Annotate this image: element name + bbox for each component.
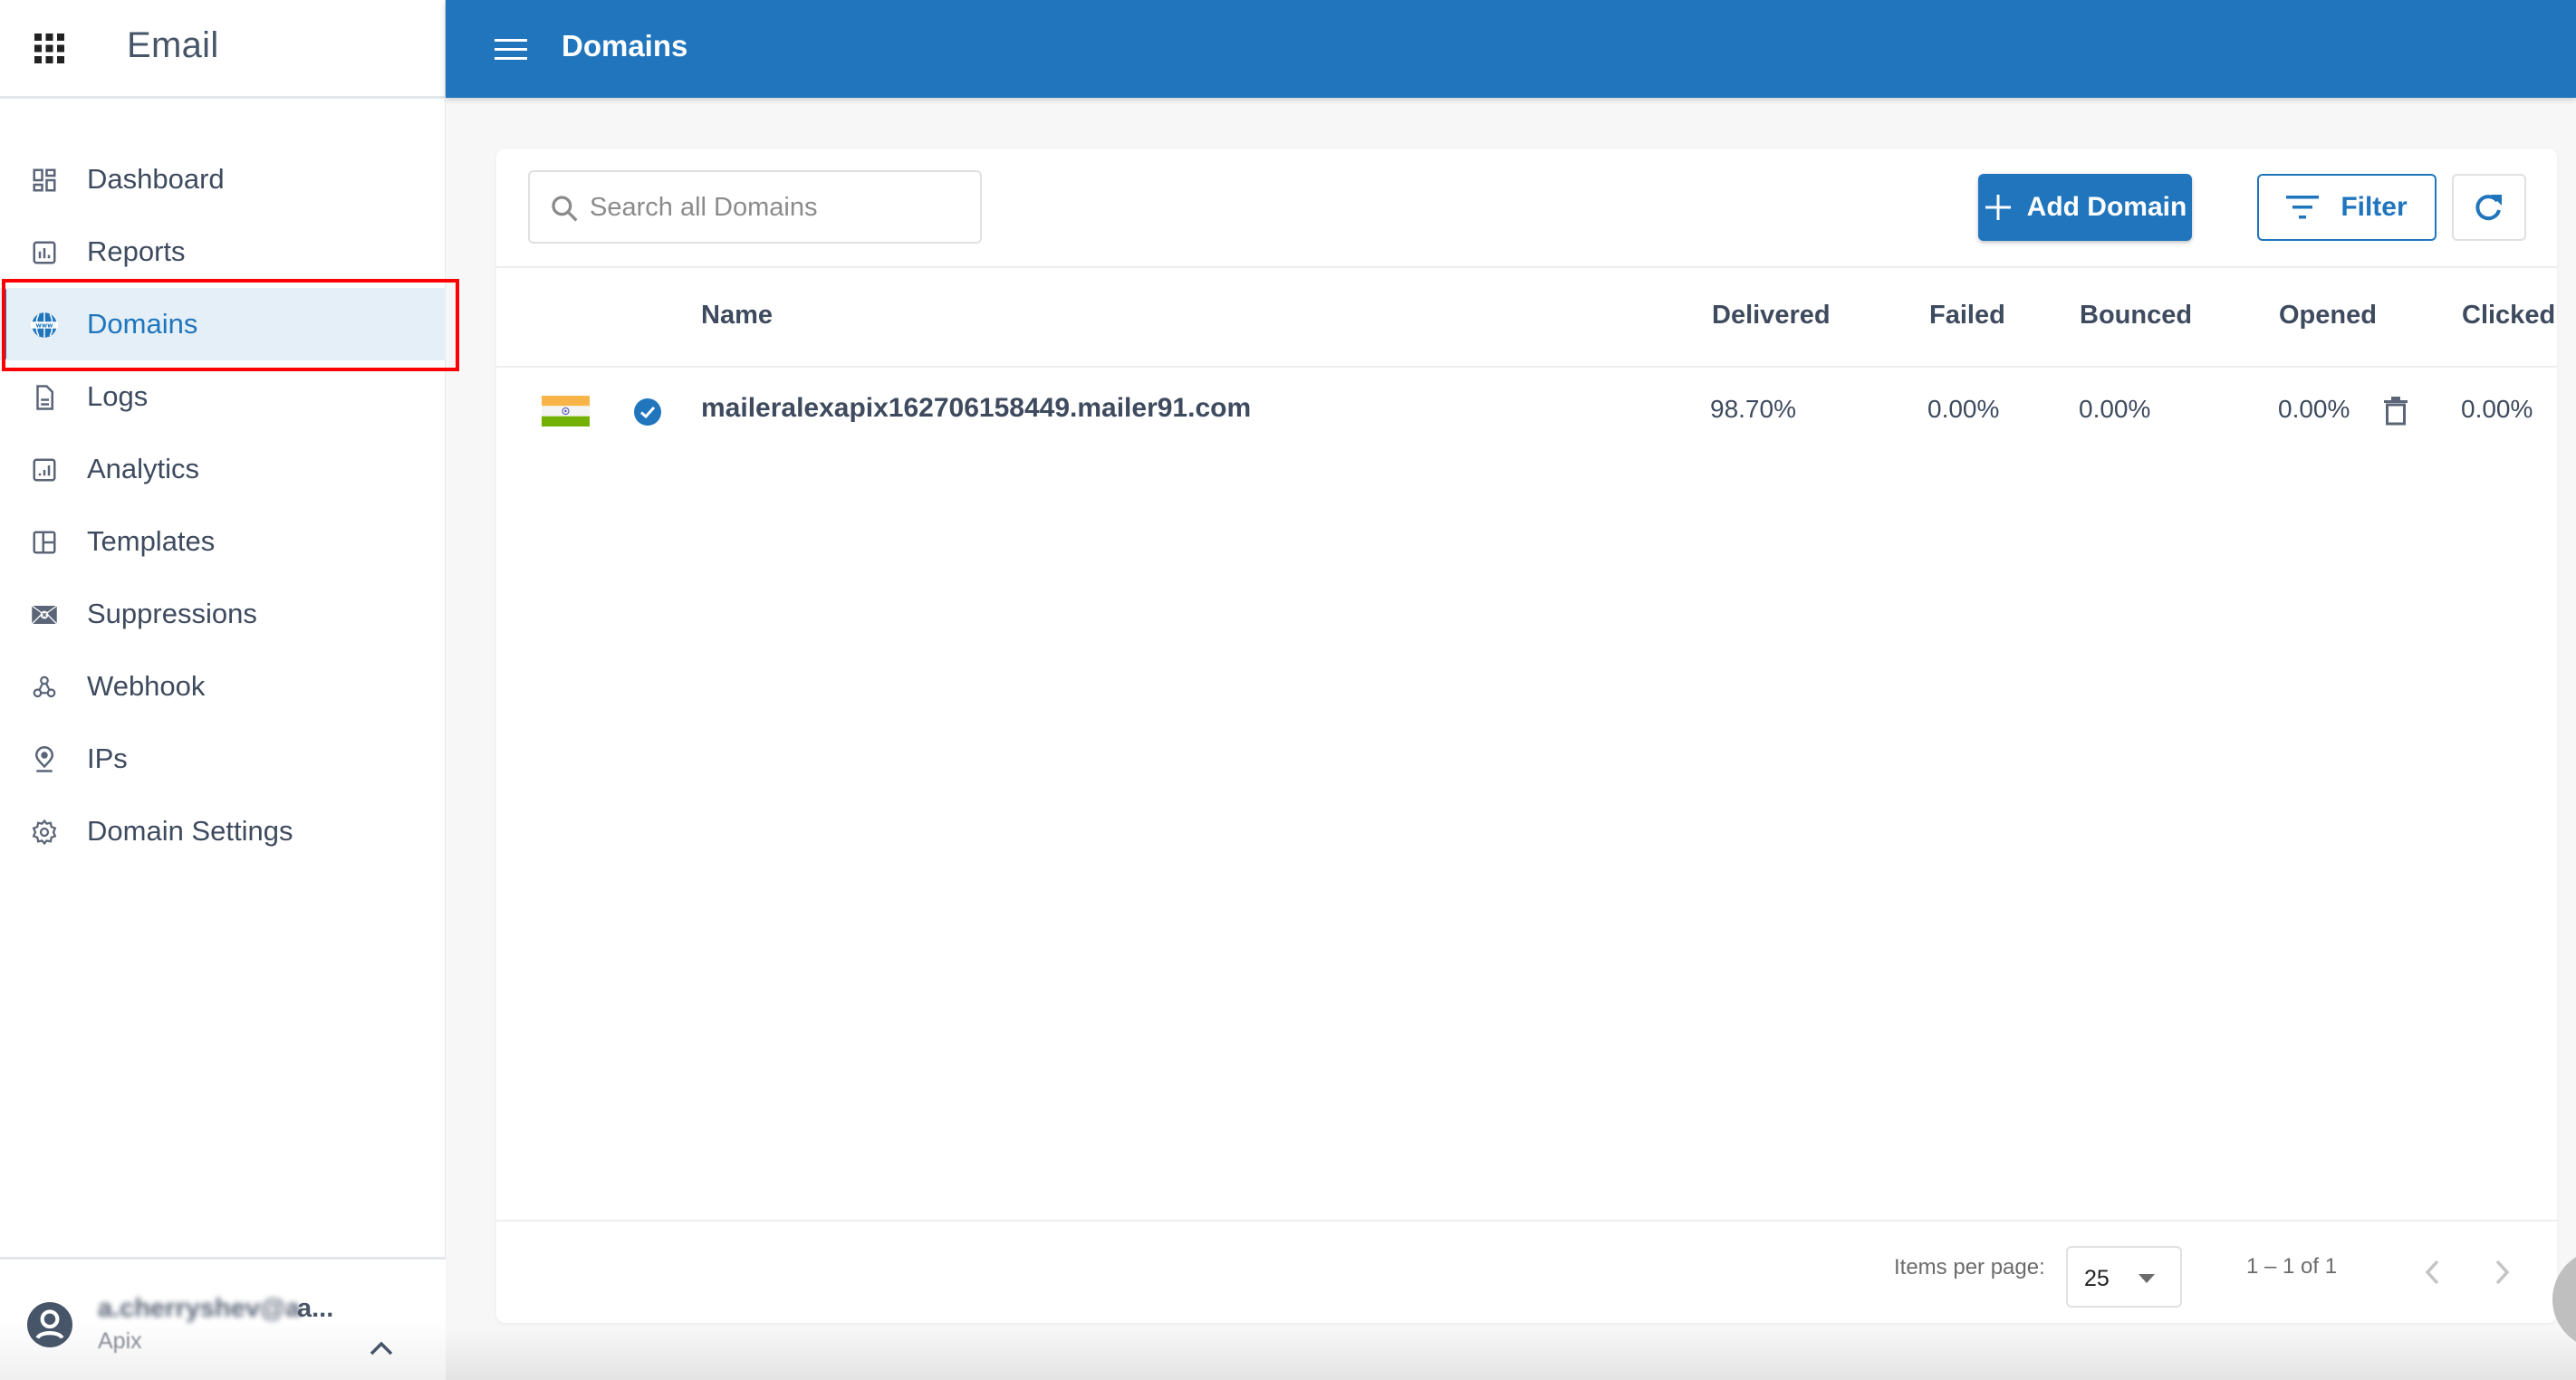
sidebar-item-label: Suppressions [87, 598, 257, 629]
filter-icon [2286, 196, 2320, 219]
sidebar-item-label: Webhook [87, 670, 206, 702]
search-field[interactable] [528, 170, 982, 244]
sidebar-item-domain-settings[interactable]: Domain Settings [0, 795, 446, 867]
sidebar-item-ips[interactable]: IPs [0, 723, 446, 795]
sidebar-item-label: Dashboard [87, 163, 225, 195]
domains-card: Add Domain Filter Name Delivered Failed … [496, 149, 2557, 1323]
sidebar-item-reports[interactable]: Reports [0, 216, 446, 288]
sidebar-item-domains[interactable]: www Domains [0, 288, 446, 360]
caret-down-icon [2139, 1274, 2155, 1283]
svg-text:www: www [35, 321, 53, 329]
user-menu[interactable]: a.cherryshev@a a... Apix [0, 1257, 446, 1380]
domain-name-link[interactable]: maileralexapix162706158449.mailer91.com [701, 393, 1251, 424]
account-circle-icon [27, 1302, 72, 1347]
sidebar-item-label: Domains [87, 308, 198, 340]
items-per-page-select[interactable]: 25 [2066, 1246, 2182, 1308]
sidebar-item-label: IPs [87, 743, 128, 774]
sidebar-item-logs[interactable]: Logs [0, 360, 446, 433]
cell-bounced: 0.00% [2079, 395, 2151, 423]
verified-check-icon [634, 398, 661, 426]
items-per-page-value: 25 [2084, 1266, 2110, 1291]
next-page-icon[interactable] [2493, 1259, 2513, 1286]
sidebar-item-label: Templates [87, 525, 216, 557]
search-input[interactable] [590, 185, 970, 230]
page-range: 1 – 1 of 1 [2246, 1254, 2338, 1279]
column-header-failed[interactable]: Failed [1929, 301, 2005, 331]
header-divider [496, 366, 2557, 368]
page-title: Domains [562, 29, 688, 62]
previous-page-icon[interactable] [2422, 1259, 2442, 1286]
template-icon [29, 527, 59, 557]
delete-trash-icon[interactable] [2384, 397, 2408, 426]
globe-www-icon: www [29, 310, 59, 340]
sidebar-item-label: Domain Settings [87, 815, 293, 847]
cell-delivered: 98.70% [1710, 395, 1796, 423]
sidebar-item-dashboard[interactable]: Dashboard [0, 143, 446, 216]
column-header-clicked[interactable]: Clicked [2462, 301, 2555, 331]
cell-clicked: 0.00% [2461, 395, 2533, 423]
items-per-page-label: Items per page: [1894, 1255, 2045, 1279]
sidebar-item-templates[interactable]: Templates [0, 505, 446, 578]
column-header-bounced[interactable]: Bounced [2080, 301, 2192, 331]
sidebar-item-label: Logs [87, 380, 149, 412]
column-header-opened[interactable]: Opened [2279, 301, 2377, 331]
toolbar-divider [496, 266, 2557, 268]
add-domain-label: Add Domain [2026, 192, 2187, 222]
user-org: Apix [98, 1328, 142, 1354]
india-flag-icon [542, 396, 590, 426]
chevron-up-icon[interactable] [368, 1339, 395, 1357]
hamburger-menu-icon[interactable] [495, 36, 529, 63]
bottom-shade [446, 1331, 2576, 1380]
sidebar-item-analytics[interactable]: Analytics [0, 433, 446, 505]
top-bar: Domains [446, 0, 2576, 98]
sidebar: Email Dashboard Reports www Domains Logs [0, 0, 446, 1380]
location-pin-icon [29, 744, 59, 774]
add-domain-button[interactable]: Add Domain [1978, 174, 2192, 241]
document-icon [29, 382, 59, 412]
plus-icon [1984, 193, 2013, 222]
refresh-button[interactable] [2452, 174, 2526, 241]
cell-failed: 0.00% [1927, 395, 2000, 423]
gear-icon [29, 817, 59, 847]
filter-label: Filter [2341, 192, 2408, 222]
refresh-icon [2473, 191, 2505, 224]
sidebar-item-label: Analytics [87, 453, 200, 484]
mail-block-icon [29, 599, 59, 629]
search-icon [550, 194, 579, 223]
sidebar-header: Email [0, 0, 445, 99]
column-header-delivered[interactable]: Delivered [1712, 301, 1831, 331]
footer-divider [496, 1220, 2557, 1222]
sidebar-item-label: Reports [87, 235, 186, 267]
bar-chart-icon [29, 237, 59, 267]
apps-grid-icon[interactable] [34, 34, 64, 63]
cell-opened: 0.00% [2278, 395, 2350, 423]
user-email-tail: a... [297, 1294, 334, 1323]
analytics-icon [29, 455, 59, 484]
sidebar-nav: Dashboard Reports www Domains Logs Analy… [0, 143, 446, 867]
filter-button[interactable]: Filter [2257, 174, 2437, 241]
dashboard-icon [29, 165, 59, 195]
sidebar-item-suppressions[interactable]: Suppressions [0, 578, 446, 650]
app-title: Email [127, 25, 219, 65]
column-header-name[interactable]: Name [701, 301, 773, 331]
webhook-icon [29, 672, 59, 702]
sidebar-item-webhook[interactable]: Webhook [0, 650, 446, 723]
